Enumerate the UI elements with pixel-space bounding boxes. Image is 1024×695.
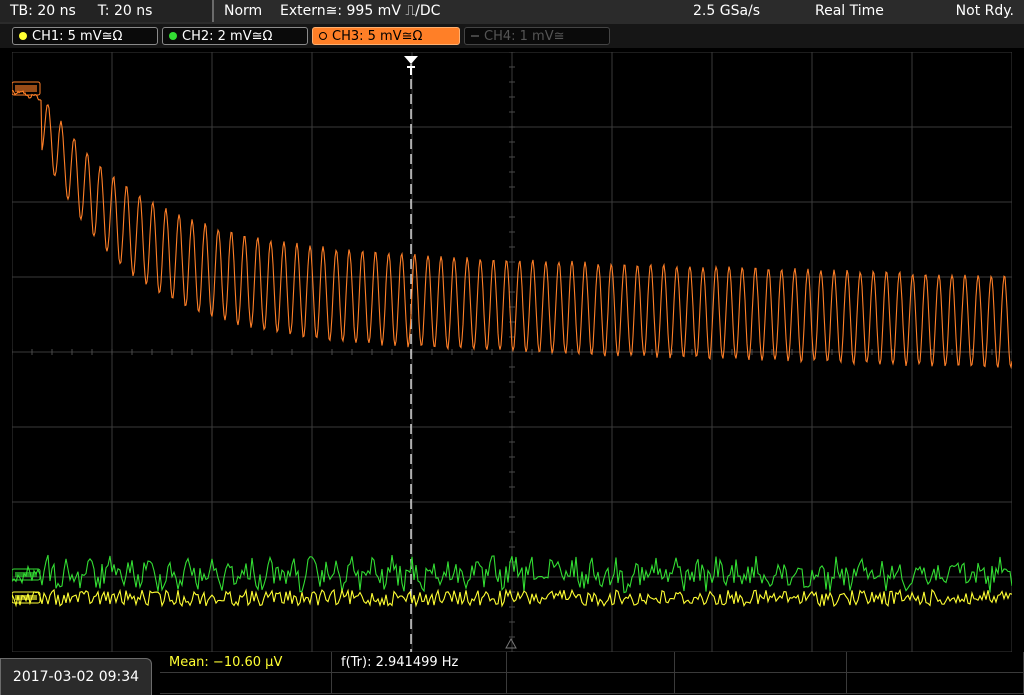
channel-4-button[interactable]: CH4: 1 mV≅: [464, 27, 610, 45]
trigger-time-label: T: 20 ns: [97, 3, 153, 19]
status-bar: TB: 20 ns T: 20 ns Norm Extern≅: 995 mV ⎍…: [0, 0, 1024, 25]
acquisition-mode[interactable]: Real Time: [815, 0, 884, 22]
trigger-source[interactable]: Extern≅: 995 mV ⎍/DC: [280, 0, 440, 22]
channel-4-indicator-icon: [471, 35, 479, 37]
timebase-box[interactable]: TB: 20 ns T: 20 ns: [0, 0, 214, 22]
waveform-display[interactable]: [12, 52, 1012, 652]
trigger-status: Not Rdy.: [955, 3, 1014, 19]
waveform-canvas: [12, 52, 1012, 652]
measurement-bar: 2017-03-02 09:34 Mean: −10.60 µV f(Tr): …: [0, 652, 1024, 695]
ground-marker-icon: [505, 637, 517, 649]
channel-3-indicator-icon: [319, 32, 327, 40]
channel-1-label: CH1: 5 mV≅Ω: [32, 29, 123, 44]
measurement-mean[interactable]: Mean: −10.60 µV: [160, 652, 332, 673]
channel-4-label: CH4: 1 mV≅: [484, 29, 565, 44]
timebase-label: TB: 20 ns: [10, 3, 76, 19]
channel-1-button[interactable]: CH1: 5 mV≅Ω: [12, 27, 158, 45]
measurement-slot[interactable]: [675, 652, 847, 673]
measurement-slot[interactable]: [847, 673, 1024, 694]
measurement-slot[interactable]: [847, 652, 1024, 673]
channel-2-button[interactable]: CH2: 2 mV≅Ω: [162, 27, 308, 45]
datetime-display: 2017-03-02 09:34: [0, 658, 152, 695]
measurement-grid: Mean: −10.60 µV f(Tr): 2.941499 Hz: [160, 652, 1024, 695]
channel-2-offset-marker[interactable]: [12, 568, 41, 581]
measurement-slot[interactable]: [160, 673, 332, 694]
channel-bar: CH1: 5 mV≅Ω CH2: 2 mV≅Ω CH3: 5 mV≅Ω CH4:…: [0, 24, 1024, 48]
measurement-slot[interactable]: [507, 652, 675, 673]
channel-2-label: CH2: 2 mV≅Ω: [182, 29, 273, 44]
measurement-frequency[interactable]: f(Tr): 2.941499 Hz: [332, 652, 507, 673]
measurement-slot[interactable]: [507, 673, 675, 694]
channel-2-indicator-icon: [169, 32, 177, 40]
channel-3-button[interactable]: CH3: 5 mV≅Ω: [312, 27, 460, 45]
sample-rate: 2.5 GSa/s: [693, 3, 761, 19]
measurement-slot[interactable]: [332, 673, 507, 694]
channel-3-label: CH3: 5 mV≅Ω: [332, 29, 423, 44]
channel-1-indicator-icon: [19, 32, 27, 40]
measurement-slot[interactable]: [675, 673, 847, 694]
trigger-mode[interactable]: Norm: [224, 0, 262, 22]
